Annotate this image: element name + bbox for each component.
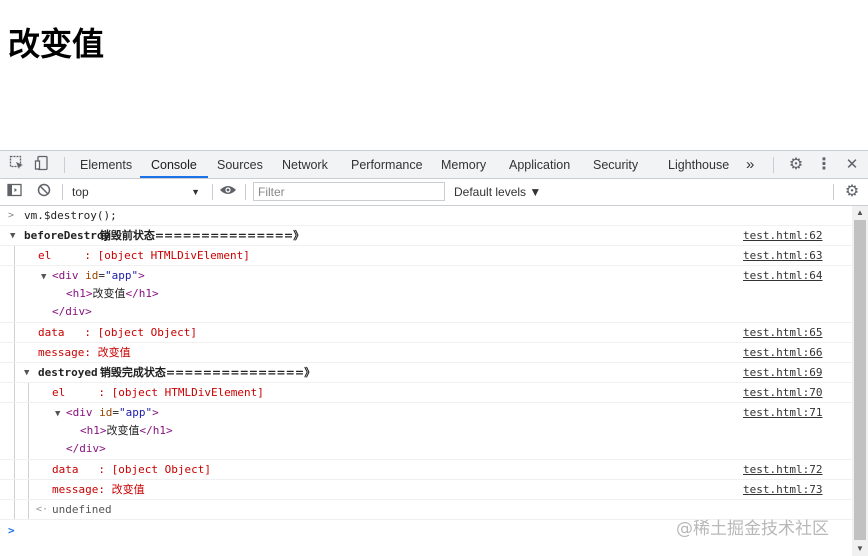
toolbar-divider [245,184,246,200]
console-log-row: data : [object Object] test.html:65 [0,323,852,343]
console-scrollbar[interactable]: ▲ ▼ [852,206,868,556]
kebab-menu-icon[interactable]: ⋮ [814,155,834,175]
device-toolbar-icon[interactable] [32,155,52,175]
context-value: top [72,185,89,199]
inspect-element-icon[interactable] [7,155,27,175]
log-text: el : [object HTMLDivElement] [52,386,264,399]
toolbar-divider [773,157,774,173]
console-log-row: message: 改变值 test.html:73 [0,480,852,500]
source-link[interactable]: test.html:73 [743,481,822,499]
source-link[interactable]: test.html:70 [743,384,822,402]
triangle-down-icon[interactable]: ▼ [10,227,15,245]
triangle-down-icon[interactable]: ▼ [55,405,60,423]
console-log-row: data : [object Object] test.html:72 [0,460,852,480]
source-link[interactable]: test.html:62 [743,227,822,245]
group-text: 销毁前状态===============》 [96,229,305,242]
page-area: 改变值 [0,0,868,150]
source-link[interactable]: test.html:71 [743,404,822,422]
watermark: @稀土掘金技术社区 [676,519,829,539]
prompt-chevron-icon: > [8,210,15,221]
log-levels-dropdown[interactable]: Default levels ▼ [454,182,541,202]
tab-security[interactable]: Security [593,151,638,178]
console-log: > vm.$destroy(); ▼ beforeDestroy 销毁前状态==… [0,206,852,556]
toolbar-divider [64,157,65,173]
log-text: data : [object Object] [52,463,211,476]
devtools-tabbar: Elements Console Sources Network Perform… [0,151,868,179]
element-close-tag: </div> [52,305,92,318]
element-open-tag: <div id="app"> [66,406,159,419]
tab-lighthouse[interactable]: Lighthouse [668,151,729,178]
tab-elements[interactable]: Elements [80,151,132,178]
console-element-row: ▼ <div id="app"> <h1>改变值</h1> </div> tes… [0,403,852,460]
tab-memory[interactable]: Memory [441,151,486,178]
eye-icon[interactable] [218,182,238,202]
source-link[interactable]: test.html:72 [743,461,822,479]
gear-icon[interactable]: ⚙ [786,155,806,175]
more-tabs-button[interactable]: » [746,151,754,178]
chevron-down-icon: ▼ [191,187,200,197]
tab-performance[interactable]: Performance [351,151,423,178]
console-toolbar: top ▼ Default levels ▼ ⚙ [0,179,868,206]
tab-sources[interactable]: Sources [217,151,263,178]
source-link[interactable]: test.html:66 [743,344,822,362]
console-group-header[interactable]: ▼ destroyed 销毁完成状态===============》 test.… [0,363,852,383]
scroll-up-arrow-icon[interactable]: ▲ [852,206,868,220]
element-child: <h1>改变值</h1> [80,424,173,437]
group-text: 销毁完成状态===============》 [96,366,316,379]
tab-application[interactable]: Application [509,151,570,178]
triangle-down-icon[interactable]: ▼ [41,268,46,286]
scroll-down-arrow-icon[interactable]: ▼ [852,542,868,556]
toolbar-divider [62,184,63,200]
source-link[interactable]: test.html:69 [743,364,822,382]
group-label: destroyed [38,366,98,379]
triangle-down-icon[interactable]: ▼ [24,364,29,382]
devtools-panel: Elements Console Sources Network Perform… [0,150,868,556]
console-input-row: > vm.$destroy(); [0,206,852,226]
context-selector[interactable]: top ▼ [66,182,206,202]
filter-input[interactable] [253,182,445,201]
result-arrow-icon: <· [36,504,49,515]
source-link[interactable]: test.html:64 [743,267,822,285]
log-text: message: 改变值 [52,483,145,496]
console-element-row: ▼ <div id="app"> <h1>改变值</h1> </div> tes… [0,266,852,323]
element-open-tag: <div id="app"> [52,269,145,282]
source-link[interactable]: test.html:63 [743,247,822,265]
sidebar-toggle-icon[interactable] [5,182,25,202]
toolbar-divider [212,184,213,200]
console-log-row: message: 改变值 test.html:66 [0,343,852,363]
console-group-header[interactable]: ▼ beforeDestroy 销毁前状态===============》 te… [0,226,852,246]
source-link[interactable]: test.html:65 [743,324,822,342]
page-title: 改变值 [8,25,105,63]
console-settings-gear-icon[interactable]: ⚙ [842,182,862,202]
tab-network[interactable]: Network [282,151,328,178]
console-log-row: el : [object HTMLDivElement] test.html:7… [0,383,852,403]
console-command: vm.$destroy(); [24,209,117,222]
result-value: undefined [52,503,112,516]
log-text: data : [object Object] [38,326,197,339]
element-child: <h1>改变值</h1> [66,287,159,300]
close-icon[interactable]: ✕ [842,155,862,175]
log-text: message: 改变值 [38,346,131,359]
toolbar-divider [833,184,834,200]
log-text: el : [object HTMLDivElement] [38,249,250,262]
prompt-chevron-icon: > [8,524,15,537]
clear-console-icon[interactable] [34,182,54,202]
scroll-thumb[interactable] [854,220,866,540]
element-close-tag: </div> [66,442,106,455]
console-log-row: el : [object HTMLDivElement] test.html:6… [0,246,852,266]
tab-console[interactable]: Console [140,151,208,178]
